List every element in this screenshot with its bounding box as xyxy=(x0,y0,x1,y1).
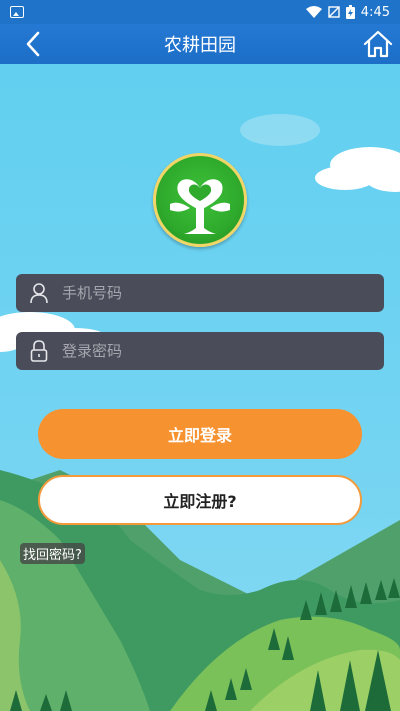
lock-icon xyxy=(16,340,62,362)
heart-tree-icon xyxy=(170,179,230,234)
register-button[interactable]: 立即注册? xyxy=(38,475,362,525)
image-notification-icon xyxy=(10,6,24,18)
battery-icon xyxy=(345,5,355,19)
page-title: 农耕田园 xyxy=(164,35,236,56)
phone-input[interactable] xyxy=(62,274,384,312)
login-button[interactable]: 立即登录 xyxy=(38,409,362,459)
background-scene: 立即登录 立即注册? 找回密码? xyxy=(0,64,400,711)
app-header: 农耕田园 xyxy=(0,24,400,64)
user-icon xyxy=(16,282,62,304)
back-button[interactable] xyxy=(18,30,50,58)
wifi-icon xyxy=(305,6,322,18)
password-field[interactable] xyxy=(16,332,384,370)
home-icon xyxy=(363,30,393,58)
forgot-password-link[interactable]: 找回密码? xyxy=(20,543,85,564)
signal-off-icon xyxy=(328,6,340,18)
chevron-left-icon xyxy=(26,31,40,57)
status-time: 4:45 xyxy=(360,4,390,20)
phone-field[interactable] xyxy=(16,274,384,312)
app-logo xyxy=(153,153,247,247)
status-bar: 4:45 xyxy=(0,0,400,24)
password-input[interactable] xyxy=(62,332,384,370)
home-button[interactable] xyxy=(362,28,394,60)
